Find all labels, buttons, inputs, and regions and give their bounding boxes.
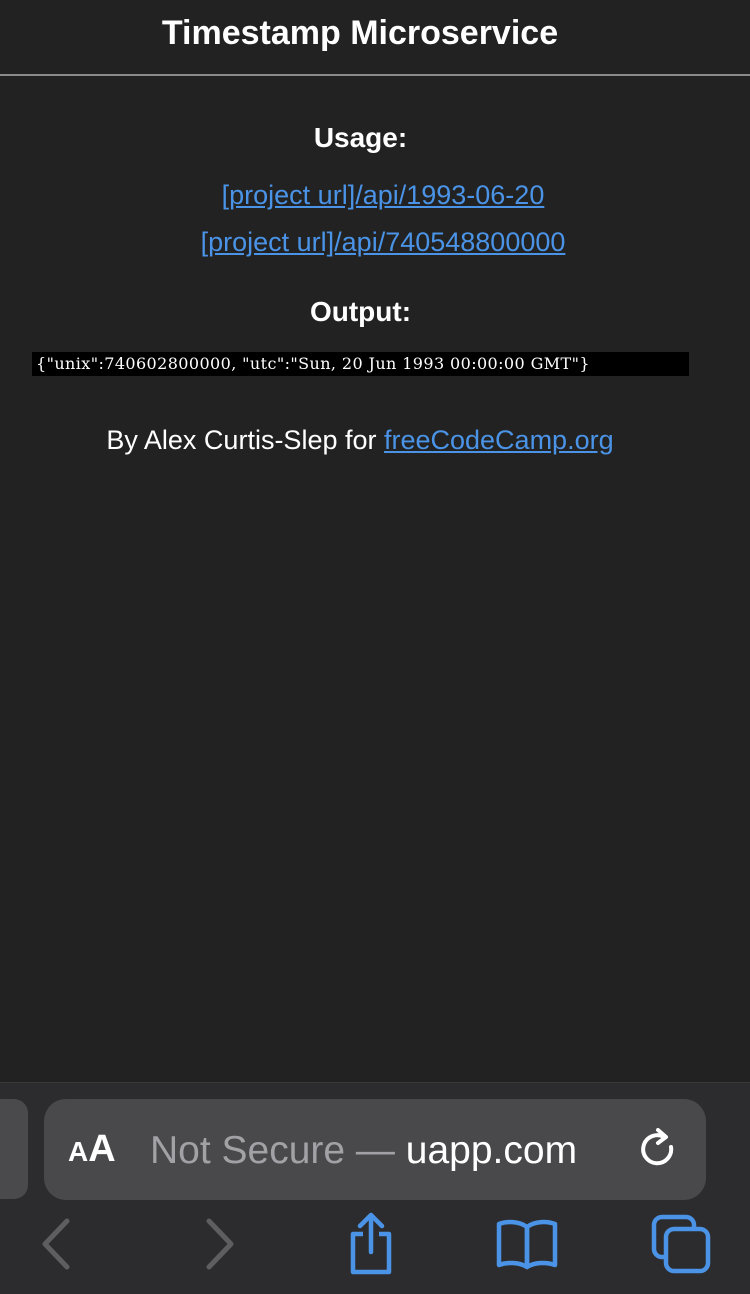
output-example-code: {"unix":740602800000, "utc":"Sun, 20 Jun… <box>32 352 689 376</box>
previous-tab-card[interactable] <box>0 1099 28 1199</box>
tabs-icon[interactable] <box>646 1211 716 1277</box>
share-icon[interactable] <box>336 1211 406 1277</box>
usage-link-date[interactable]: [project url]/api/1993-06-20 <box>0 180 750 211</box>
output-heading: Output: <box>309 296 412 327</box>
credit-line: By Alex Curtis-Slep for freeCodeCamp.org <box>0 425 720 456</box>
page-header: Timestamp Microservice <box>0 0 750 76</box>
chevron-left-icon[interactable] <box>22 1211 92 1277</box>
credit-text: By Alex Curtis-Slep for <box>106 425 384 455</box>
usage-heading: Usage: <box>313 122 408 153</box>
header-divider <box>0 74 750 76</box>
address-text[interactable]: Not Secure — uapp.com <box>150 1127 577 1175</box>
reload-icon[interactable] <box>634 1125 682 1173</box>
chevron-right-icon[interactable] <box>184 1211 254 1277</box>
text-size-small-label: A <box>68 1136 89 1167</box>
security-label: Not Secure — <box>150 1129 406 1172</box>
web-page: Timestamp Microservice Usage: [project u… <box>0 0 750 1082</box>
freecodecamp-link[interactable]: freeCodeCamp.org <box>384 425 614 455</box>
text-size-large-label: A <box>88 1128 116 1170</box>
page-title: Timestamp Microservice <box>161 14 559 52</box>
text-size-button[interactable]: AA <box>68 1127 116 1171</box>
address-bar[interactable]: AA Not Secure — uapp.com <box>44 1099 706 1200</box>
address-host: uapp.com <box>405 1129 578 1172</box>
usage-link-unix[interactable]: [project url]/api/740548800000 <box>0 227 750 258</box>
browser-toolbar: AA Not Secure — uapp.com <box>0 1082 750 1294</box>
book-icon[interactable] <box>492 1211 562 1277</box>
